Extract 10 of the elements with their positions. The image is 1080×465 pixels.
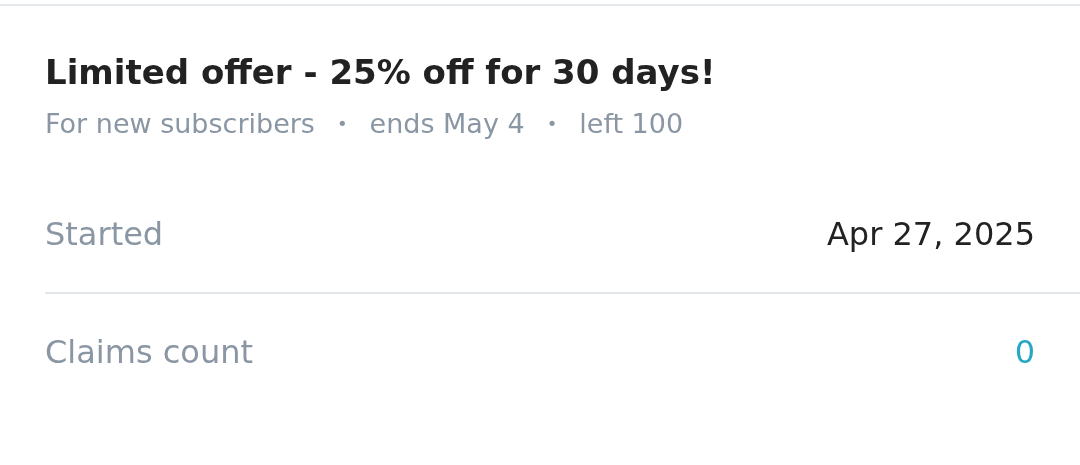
- offer-title: Limited offer - 25% off for 30 days!: [45, 52, 717, 92]
- stat-label: Claims count: [45, 332, 254, 371]
- separator-dot: •: [336, 113, 348, 134]
- stat-link[interactable]: 0: [1014, 332, 1035, 371]
- stat-label: Started: [45, 215, 164, 253]
- offer-detail: left 100: [579, 108, 684, 139]
- separator-dot: •: [546, 113, 558, 134]
- stat-value: Apr 27, 2025: [826, 215, 1035, 253]
- offer-detail: For new subscribers: [45, 108, 315, 139]
- offer-detail: ends May 4: [369, 108, 525, 139]
